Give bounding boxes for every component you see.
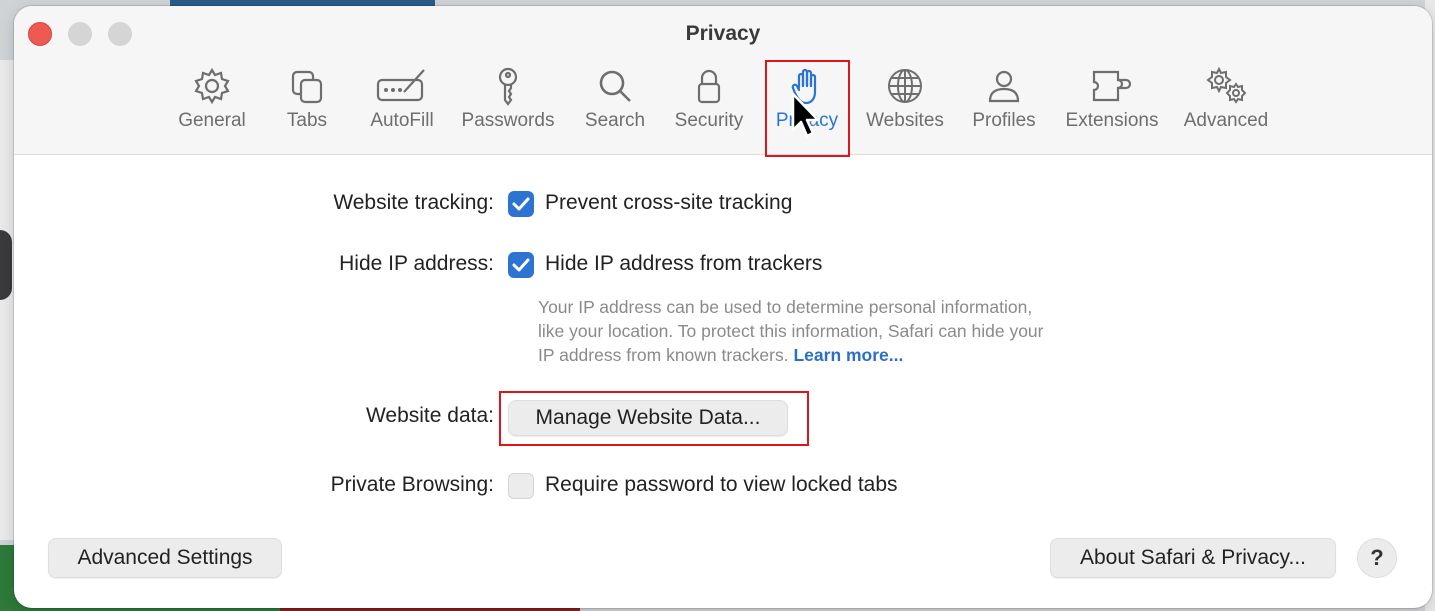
manage-data-highlight [499, 391, 809, 446]
privacy-settings-pane: Website tracking: Prevent cross-site tra… [14, 155, 1432, 608]
hide-ip-checkbox[interactable] [508, 252, 534, 278]
tab-profiles[interactable]: Profiles [968, 66, 1040, 132]
about-safari-privacy-button[interactable]: About Safari & Privacy... [1050, 538, 1336, 578]
gears-icon [1206, 66, 1247, 104]
description-line-last: IP address from known trackers. Learn mo… [538, 343, 1138, 367]
prevent-tracking-checkbox[interactable] [508, 191, 534, 217]
background-fragment [0, 230, 12, 300]
key-icon [498, 67, 518, 106]
help-button[interactable]: ? [1357, 538, 1397, 578]
window-title: Privacy [685, 22, 761, 45]
settings-window: Privacy General Tabs AutoFill Passwords … [14, 6, 1432, 608]
hide-ip-description: Your IP address can be used to determine… [538, 295, 1138, 367]
description-line-text: IP address from known trackers. [538, 345, 789, 365]
search-icon [599, 70, 631, 102]
tab-tabs[interactable]: Tabs [272, 66, 342, 132]
toolbar: Privacy General Tabs AutoFill Passwords … [14, 6, 1432, 157]
website-data-label: Website data: [365, 404, 494, 427]
globe-icon [888, 69, 922, 103]
require-password-option[interactable]: Require password to view locked tabs [545, 473, 898, 497]
hide-ip-label: Hide IP address: [339, 252, 494, 275]
tab-websites[interactable]: Websites [862, 66, 948, 132]
prevent-tracking-option[interactable]: Prevent cross-site tracking [545, 191, 792, 215]
autofill-icon [376, 69, 425, 102]
website-tracking-label: Website tracking: [333, 191, 494, 214]
require-password-checkbox[interactable] [508, 473, 534, 499]
lock-icon [697, 69, 721, 104]
tab-general[interactable]: General [172, 66, 252, 132]
tabs-icon [291, 70, 323, 104]
background-fragment [0, 60, 14, 540]
mouse-cursor-icon [791, 92, 820, 138]
tab-extensions[interactable]: Extensions [1062, 66, 1162, 132]
person-icon [988, 70, 1020, 103]
learn-more-link[interactable]: Learn more... [793, 345, 903, 365]
checkmark-icon [512, 197, 530, 211]
gear-icon [194, 67, 230, 105]
puzzle-icon [1092, 70, 1132, 102]
private-browsing-label: Private Browsing: [330, 473, 494, 496]
description-line: Your IP address can be used to determine… [538, 297, 1033, 317]
tab-autofill[interactable]: AutoFill [364, 66, 440, 132]
tab-advanced[interactable]: Advanced [1180, 66, 1272, 132]
tab-search[interactable]: Search [580, 66, 650, 132]
tab-passwords[interactable]: Passwords [460, 66, 556, 132]
hide-ip-option[interactable]: Hide IP address from trackers [545, 252, 822, 276]
tab-security[interactable]: Security [668, 66, 750, 132]
advanced-settings-button[interactable]: Advanced Settings [48, 538, 282, 578]
checkmark-icon [512, 258, 530, 272]
description-line: like your location. To protect this info… [538, 321, 1044, 341]
